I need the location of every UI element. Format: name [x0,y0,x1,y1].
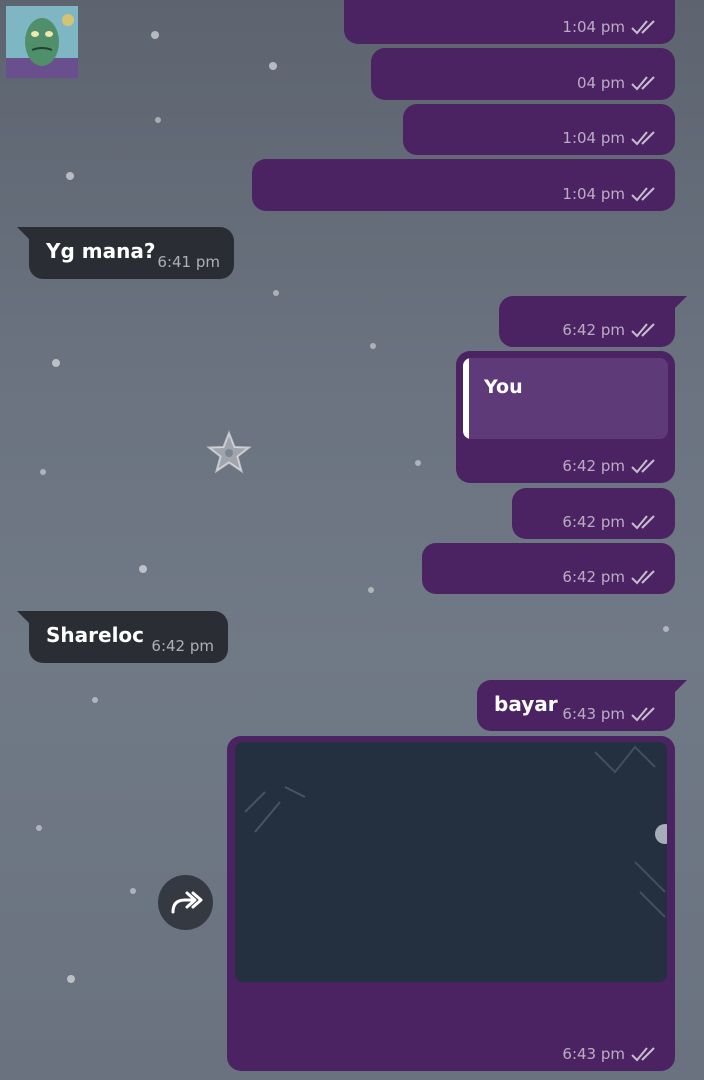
double-check-icon [631,131,655,146]
message-meta: 1:04 pm [562,185,659,203]
message-meta: 6:41 pm [157,253,220,271]
double-check-icon [631,570,655,585]
background-star [40,469,46,475]
background-star [139,565,147,573]
reply-quote-author: You [484,376,523,398]
background-star [415,460,421,466]
double-check-icon [631,459,655,474]
reply-quote-bar [463,358,469,439]
background-star [269,62,277,70]
background-star [155,117,161,123]
outgoing-message[interactable]: 6:42 pm [512,488,675,539]
outgoing-message[interactable]: 1:04 pm [252,159,675,211]
message-time: 6:43 pm [562,705,625,723]
background-star [151,31,159,39]
message-time: 6:42 pm [562,457,625,475]
background-star [273,290,279,296]
double-check-icon [631,323,655,338]
message-meta: 6:42 pm [151,637,214,655]
message-meta: 6:43 pm [562,705,659,723]
message-image[interactable] [235,742,667,982]
outgoing-message[interactable]: 1:04 pm [403,104,675,155]
incoming-message[interactable]: Shareloc 6:42 pm [17,611,228,663]
forward-button[interactable] [158,875,213,930]
image-content [235,742,667,982]
background-star [52,359,60,367]
background-star [36,825,42,831]
outgoing-media-message[interactable]: 6:43 pm [227,736,675,1071]
forward-icon [171,891,202,913]
message-meta: 1:04 pm [562,129,659,147]
background-star [67,975,75,983]
double-check-icon [631,76,655,91]
double-check-icon [631,707,655,722]
outgoing-message[interactable]: 6:42 pm [422,543,675,594]
message-time: 6:42 pm [151,637,214,655]
message-time: 1:04 pm [562,18,625,36]
outgoing-message[interactable]: 6:42 pm [499,296,687,347]
message-time: 6:43 pm [562,1045,625,1063]
double-check-icon [631,20,655,35]
double-check-icon [631,515,655,530]
sticker-avatar-icon [6,6,78,78]
double-check-icon [631,187,655,202]
background-star [130,888,136,894]
background-star-icon [206,430,252,474]
message-meta: 04 pm [577,74,659,92]
message-text: bayar [494,692,558,716]
outgoing-reply-message[interactable]: You 6:42 pm [456,351,675,483]
reply-quote[interactable]: You [463,358,668,439]
background-star [368,587,374,593]
message-meta: 6:42 pm [562,513,659,531]
message-time: 6:42 pm [562,568,625,586]
message-meta: 6:43 pm [562,1045,659,1063]
message-time: 6:41 pm [157,253,220,271]
background-star [66,172,74,180]
outgoing-message[interactable]: bayar 6:43 pm [477,680,687,731]
contact-avatar[interactable] [6,6,78,78]
message-text: Yg mana? [46,239,156,263]
background-star [92,697,98,703]
message-meta: 6:42 pm [562,568,659,586]
message-text: Shareloc [46,623,145,647]
message-time: 6:42 pm [562,513,625,531]
message-time: 1:04 pm [562,129,625,147]
message-meta: 6:42 pm [562,321,659,339]
background-star [370,343,376,349]
background-star [663,626,669,632]
message-meta: 6:42 pm [562,457,659,475]
outgoing-message[interactable]: 1:04 pm [344,0,675,44]
outgoing-message[interactable]: 04 pm [371,48,675,100]
message-time: 6:42 pm [562,321,625,339]
double-check-icon [631,1047,655,1062]
incoming-message[interactable]: Yg mana? 6:41 pm [17,227,234,279]
message-time: 1:04 pm [562,185,625,203]
message-time: 04 pm [577,74,625,92]
message-meta: 1:04 pm [562,18,659,36]
